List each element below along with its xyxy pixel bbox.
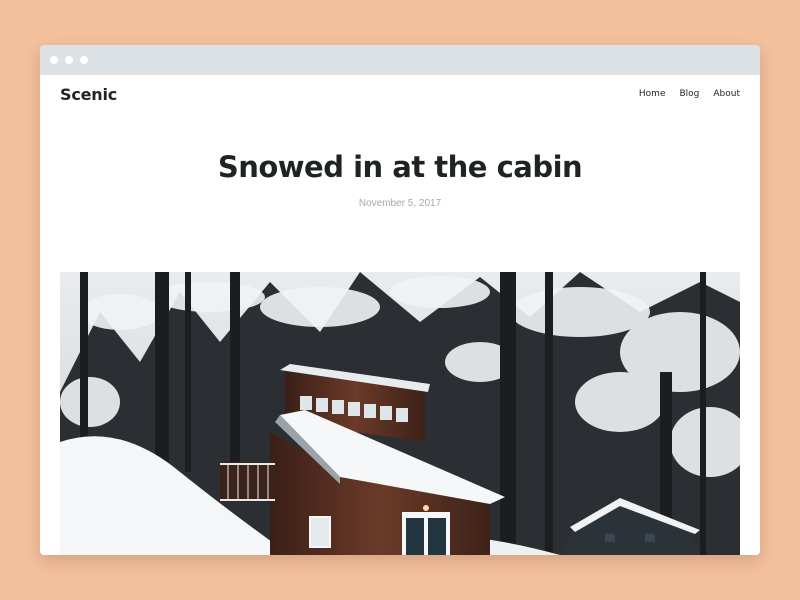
nav-link-blog[interactable]: Blog — [679, 89, 699, 99]
nav-link-home[interactable]: Home — [639, 89, 666, 99]
hero-image — [60, 272, 740, 555]
browser-window: Scenic Home Blog About Snowed in at the … — [40, 45, 760, 555]
site-logo[interactable]: Scenic — [60, 85, 117, 104]
snowy-cabin-illustration — [60, 272, 740, 555]
window-dot-maximize[interactable] — [80, 56, 88, 64]
site-header: Scenic Home Blog About — [40, 75, 760, 115]
browser-titlebar — [40, 45, 760, 75]
window-dot-minimize[interactable] — [65, 56, 73, 64]
window-dot-close[interactable] — [50, 56, 58, 64]
post-date: November 5, 2017 — [358, 198, 442, 209]
post-title: Snowed in at the cabin — [217, 150, 583, 184]
nav-link-about[interactable]: About — [713, 89, 740, 99]
main-nav: Home Blog About — [639, 89, 740, 99]
